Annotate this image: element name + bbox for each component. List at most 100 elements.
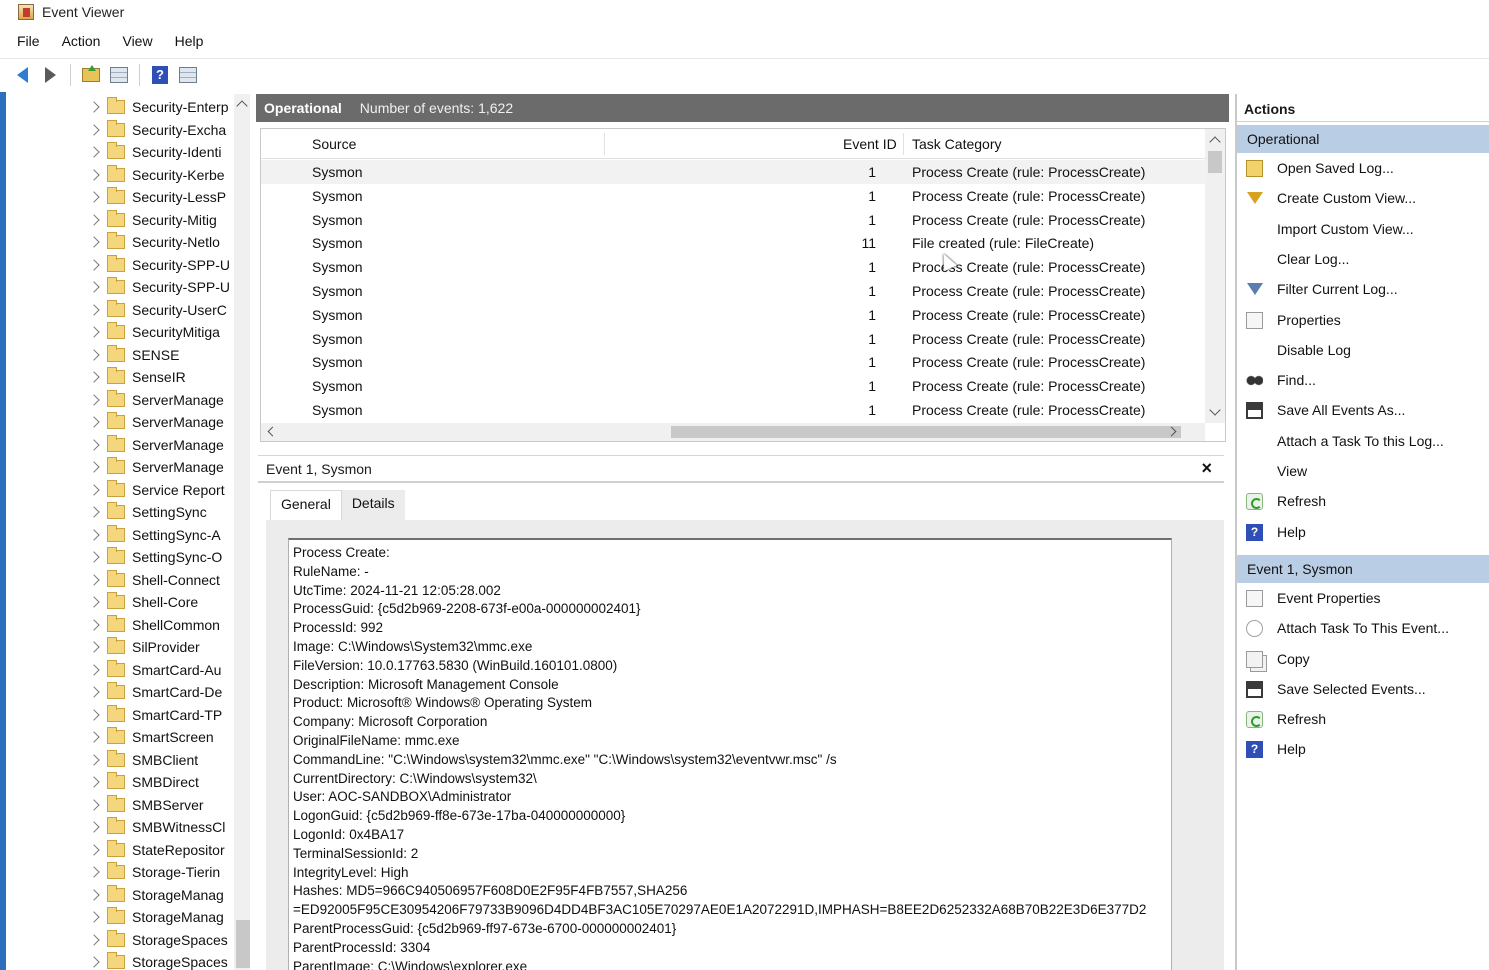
menu-view[interactable]: View <box>122 33 152 49</box>
table-row[interactable]: Sysmon 1 Process Create (rule: ProcessCrea… <box>261 398 1206 422</box>
tree-node[interactable]: Security-Kerbe <box>6 164 236 186</box>
tree-node[interactable]: SilProvider <box>6 636 236 658</box>
chevron-right-icon[interactable] <box>88 776 100 788</box>
action-item[interactable]: ? Help <box>1237 736 1489 764</box>
table-row[interactable]: Sysmon 1 Process Create (rule: ProcessCrea… <box>261 255 1206 279</box>
table-row[interactable]: Sysmon 1 Process Create (rule: ProcessCrea… <box>261 279 1206 303</box>
chevron-right-icon[interactable] <box>88 258 100 271</box>
vertical-scrollbar-thumb[interactable] <box>1208 151 1222 173</box>
chevron-right-icon[interactable] <box>88 911 100 923</box>
chevron-right-icon[interactable] <box>88 933 100 946</box>
chevron-right-icon[interactable] <box>88 528 100 541</box>
tree-node[interactable]: Security-UserC <box>6 299 236 321</box>
show-hide-tree-button[interactable] <box>107 63 131 87</box>
tree-node[interactable]: Security-LessP <box>6 186 236 208</box>
action-item[interactable]: Create Custom View... <box>1237 185 1489 213</box>
tree-node[interactable]: SmartCard-De <box>6 681 236 703</box>
action-item[interactable]: Import Custom View... <box>1237 216 1489 244</box>
tree-node[interactable]: Security-SPP-U <box>6 276 236 298</box>
table-row[interactable]: Sysmon 1 Process Create (rule: ProcessCrea… <box>261 327 1206 351</box>
scroll-left-icon[interactable] <box>267 426 278 437</box>
menu-help[interactable]: Help <box>175 33 204 49</box>
tree-node[interactable]: SMBServer <box>6 794 236 816</box>
column-event-id[interactable]: Event ID <box>843 136 897 152</box>
tree-node[interactable]: Security-Enterp <box>6 96 236 118</box>
tree-node[interactable]: SenseIR <box>6 366 236 388</box>
tree-node[interactable]: SmartCard-Au <box>6 659 236 681</box>
chevron-right-icon[interactable] <box>88 551 100 563</box>
chevron-right-icon[interactable] <box>88 483 100 496</box>
chevron-right-icon[interactable] <box>88 348 100 361</box>
show-hide-action-pane-button[interactable] <box>176 63 200 87</box>
back-button[interactable] <box>10 63 34 87</box>
chevron-right-icon[interactable] <box>88 213 100 226</box>
close-icon[interactable]: × <box>1201 458 1212 479</box>
actions-section-header[interactable]: Event 1, Sysmon <box>1237 554 1489 583</box>
table-row[interactable]: Sysmon 1 Process Create (rule: ProcessCrea… <box>261 160 1206 184</box>
action-item[interactable]: Filter Current Log... <box>1237 276 1489 304</box>
tree-node[interactable]: ServerManage <box>6 434 236 456</box>
scroll-down-icon[interactable] <box>1209 404 1221 416</box>
forward-button[interactable] <box>38 63 62 87</box>
chevron-right-icon[interactable] <box>88 618 100 631</box>
tab-details[interactable]: Details <box>341 490 405 520</box>
chevron-right-icon[interactable] <box>88 731 100 743</box>
tree-node[interactable]: SettingSync-A <box>6 524 236 546</box>
action-item[interactable]: Save Selected Events... <box>1237 676 1489 704</box>
chevron-right-icon[interactable] <box>88 303 100 316</box>
chevron-right-icon[interactable] <box>88 236 100 248</box>
column-divider[interactable] <box>604 133 605 155</box>
column-task-category[interactable]: Task Category <box>912 136 1001 152</box>
tree-node[interactable]: StorageSpaces <box>6 929 236 951</box>
menu-file[interactable]: File <box>17 33 40 49</box>
chevron-right-icon[interactable] <box>88 461 100 473</box>
horizontal-scrollbar-thumb[interactable] <box>671 426 1181 438</box>
action-item[interactable]: Disable Log <box>1237 337 1489 365</box>
chevron-right-icon[interactable] <box>88 866 100 878</box>
tree-node[interactable]: Security-SPP-U <box>6 254 236 276</box>
chevron-right-icon[interactable] <box>88 168 100 181</box>
chevron-right-icon[interactable] <box>88 416 100 428</box>
action-item[interactable]: Clear Log... <box>1237 246 1489 274</box>
tree-node[interactable]: SmartCard-TP <box>6 704 236 726</box>
chevron-right-icon[interactable] <box>88 686 100 698</box>
action-item[interactable]: Copy <box>1237 646 1489 674</box>
action-item[interactable]: Refresh <box>1237 488 1489 516</box>
chevron-right-icon[interactable] <box>88 708 100 721</box>
chevron-right-icon[interactable] <box>88 281 100 293</box>
menu-action[interactable]: Action <box>62 33 101 49</box>
chevron-right-icon[interactable] <box>88 438 100 451</box>
action-item[interactable]: Attach Task To This Event... <box>1237 615 1489 643</box>
tree-node[interactable]: ShellCommon <box>6 614 236 636</box>
tree-node[interactable]: StorageManag <box>6 884 236 906</box>
tree-scrollbar[interactable] <box>234 94 250 970</box>
table-row[interactable]: Sysmon 11 File created (rule: FileCreate) <box>261 231 1206 255</box>
chevron-right-icon[interactable] <box>88 101 100 113</box>
table-row[interactable]: Sysmon 1 Process Create (rule: ProcessCrea… <box>261 184 1206 208</box>
table-row[interactable]: Sysmon 1 Process Create (rule: ProcessCrea… <box>261 208 1206 232</box>
chevron-right-icon[interactable] <box>88 191 100 203</box>
chevron-right-icon[interactable] <box>88 596 100 608</box>
tree-node[interactable]: StateRepositor <box>6 839 236 861</box>
tree-node[interactable]: Storage-Tierin <box>6 861 236 883</box>
action-item[interactable]: Refresh <box>1237 706 1489 734</box>
action-item[interactable]: Save All Events As... <box>1237 397 1489 425</box>
tree-node[interactable]: SENSE <box>6 344 236 366</box>
actions-section-header[interactable]: Operational <box>1237 125 1489 153</box>
chevron-right-icon[interactable] <box>88 821 100 833</box>
action-item[interactable]: Find... <box>1237 367 1489 395</box>
column-divider[interactable] <box>903 133 904 155</box>
tree-node[interactable]: ServerManage <box>6 389 236 411</box>
chevron-right-icon[interactable] <box>88 843 100 856</box>
chevron-right-icon[interactable] <box>88 956 100 968</box>
tree-node[interactable]: Shell-Connect <box>6 569 236 591</box>
table-row[interactable]: Sysmon 1 Process Create (rule: ProcessCrea… <box>261 374 1206 398</box>
chevron-right-icon[interactable] <box>88 888 100 901</box>
action-item[interactable]: Open Saved Log... <box>1237 155 1489 183</box>
tree-node[interactable]: Service Report <box>6 479 236 501</box>
chevron-right-icon[interactable] <box>88 393 100 406</box>
scroll-up-icon[interactable] <box>236 100 248 112</box>
column-source[interactable]: Source <box>312 136 356 152</box>
chevron-right-icon[interactable] <box>88 371 100 383</box>
tree-node[interactable]: Security-Mitig <box>6 209 236 231</box>
